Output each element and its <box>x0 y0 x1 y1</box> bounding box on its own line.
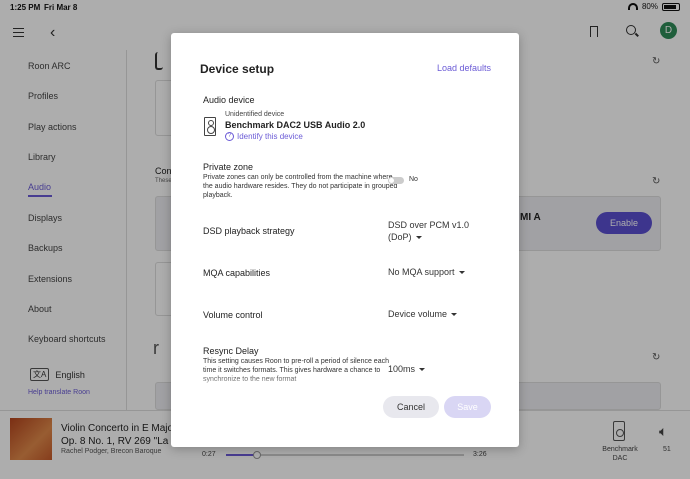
volume-control-dropdown[interactable]: Device volume <box>388 308 458 320</box>
dsd-strategy-label: DSD playback strategy <box>203 226 295 236</box>
cancel-button[interactable]: Cancel <box>383 396 439 418</box>
private-zone-value: No <box>409 176 418 183</box>
mqa-label: MQA capabilities <box>203 268 271 278</box>
chevron-down-icon <box>451 313 458 317</box>
chevron-down-icon <box>419 368 426 372</box>
chevron-down-icon <box>458 271 465 275</box>
mqa-value: No MQA support <box>388 267 455 277</box>
volume-control-value: Device volume <box>388 309 448 319</box>
resync-delay-label: Resync Delay <box>203 346 259 356</box>
save-button[interactable]: Save <box>444 396 491 418</box>
private-zone-toggle[interactable] <box>388 177 404 184</box>
volume-control-label: Volume control <box>203 310 263 320</box>
identify-device-label: Identify this device <box>237 132 303 141</box>
help-icon: ? <box>225 132 234 141</box>
chevron-down-icon <box>415 236 422 240</box>
load-defaults-link[interactable]: Load defaults <box>437 63 491 73</box>
audio-device-label: Audio device <box>203 95 255 105</box>
private-zone-description: Private zones can only be controlled fro… <box>203 174 398 199</box>
dsd-strategy-dropdown[interactable]: DSD over PCM v1.0 (DoP) <box>388 219 488 243</box>
device-setup-dialog: Device setup Load defaults Audio device … <box>171 33 519 447</box>
speaker-icon <box>204 117 216 136</box>
dsd-strategy-value: DSD over PCM v1.0 (DoP) <box>388 220 470 242</box>
scroll-fade <box>171 373 519 393</box>
identify-device-link[interactable]: ? Identify this device <box>225 132 303 141</box>
device-name: Benchmark DAC2 USB Audio 2.0 <box>225 120 366 130</box>
mqa-dropdown[interactable]: No MQA support <box>388 266 465 278</box>
dialog-title: Device setup <box>200 62 275 76</box>
private-zone-label: Private zone <box>203 162 254 172</box>
device-status: Unidentified device <box>225 111 285 118</box>
